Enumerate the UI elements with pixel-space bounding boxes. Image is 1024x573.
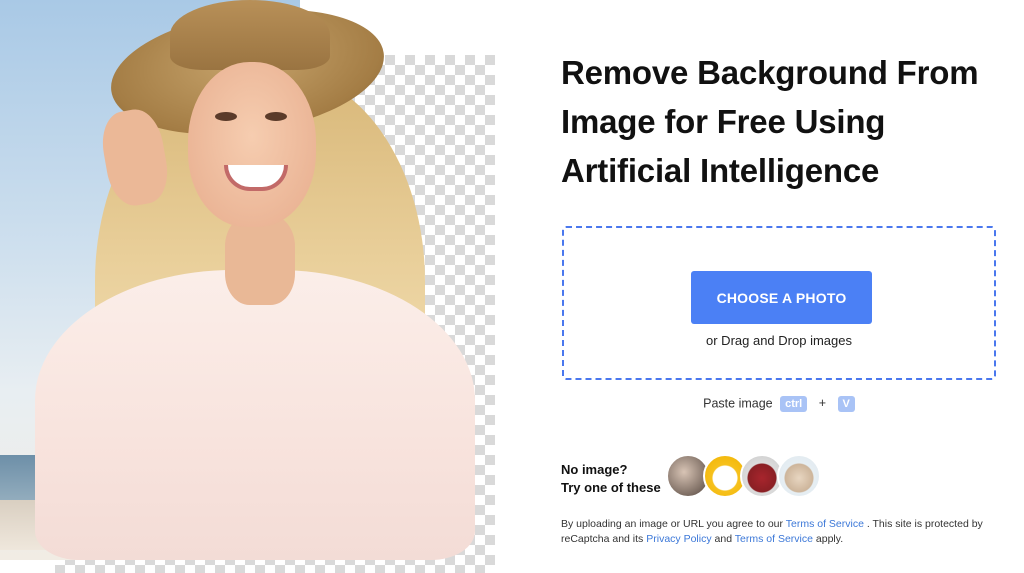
plus-sign: +	[818, 396, 827, 411]
legal-text-1: By uploading an image or URL you agree t…	[561, 518, 783, 530]
sample-prompt: No image? Try one of these	[561, 461, 661, 497]
choose-photo-button[interactable]: CHOOSE A PHOTO	[691, 271, 872, 324]
v-key-badge: V	[837, 396, 855, 412]
sample-dog-thumbnail[interactable]	[777, 454, 821, 498]
person-face	[188, 62, 316, 227]
hero-person	[0, 0, 500, 573]
person-neck	[225, 215, 295, 305]
privacy-policy-link[interactable]: Privacy Policy	[646, 533, 711, 545]
legal-notice: By uploading an image or URL you agree t…	[561, 517, 991, 546]
person-shirt	[35, 270, 475, 560]
ctrl-key-badge: ctrl	[780, 396, 808, 412]
sample-prompt-line1: No image?	[561, 462, 628, 477]
hero-image	[0, 0, 500, 573]
person-left-eye	[215, 112, 237, 121]
page-title: Remove Background From Image for Free Us…	[561, 54, 979, 189]
sample-prompt-line2: Try one of these	[561, 480, 661, 495]
terms-of-service-link[interactable]: Terms of Service	[786, 518, 864, 530]
legal-text-4: apply.	[815, 532, 844, 545]
person-hat-crown	[170, 0, 330, 70]
person-right-eye	[265, 112, 287, 121]
drag-drop-hint: or Drag and Drop images	[706, 333, 852, 348]
paste-hint: Paste image ctrl + V	[562, 396, 1000, 412]
legal-text-3: and	[714, 532, 733, 545]
terms-of-service-link-2[interactable]: Terms of Service	[735, 533, 813, 545]
paste-label: Paste image	[703, 396, 773, 411]
upload-dropzone[interactable]: CHOOSE A PHOTO or Drag and Drop images	[562, 226, 996, 380]
